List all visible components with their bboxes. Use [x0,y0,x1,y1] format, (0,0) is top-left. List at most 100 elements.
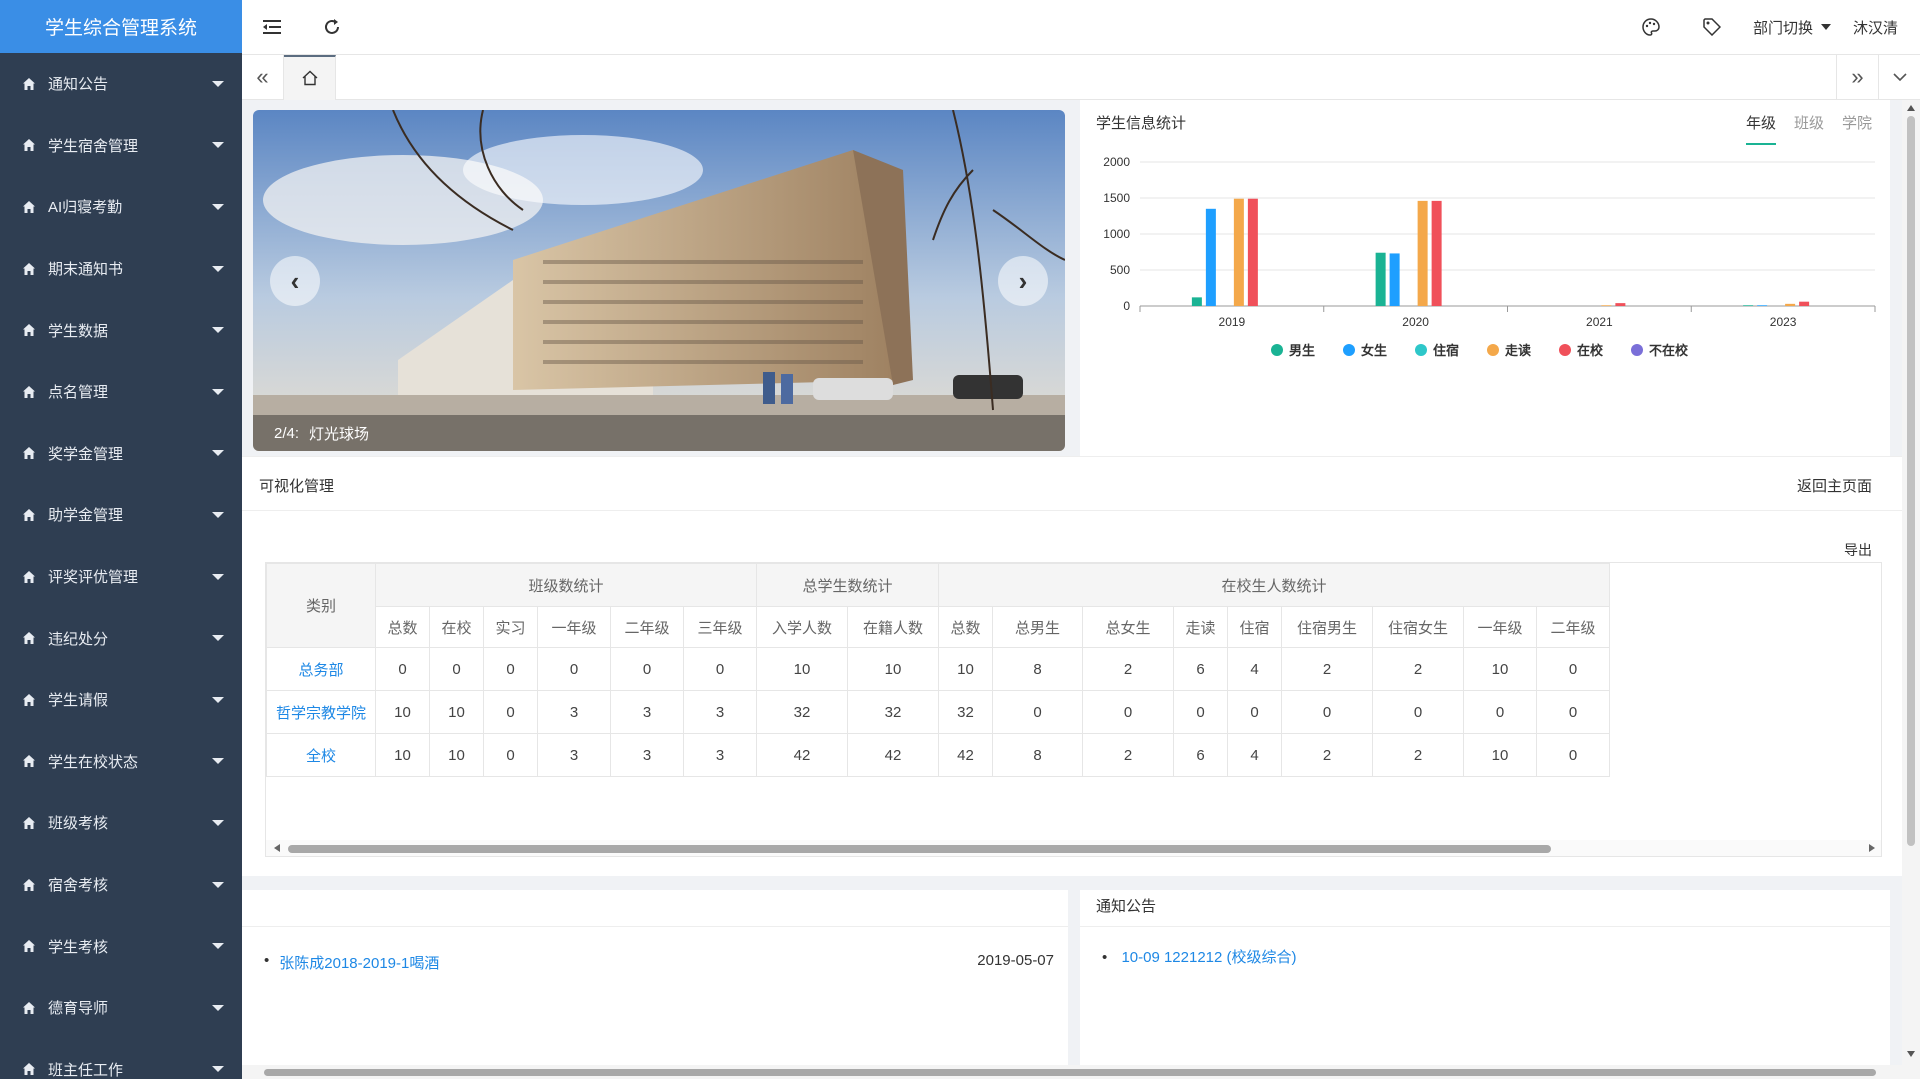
visual-management-panel: 可视化管理 返回主页面 导出 类别 班级数统计 总学生数统计 在校生人数统计 总数 在校实… [242,456,1902,876]
bar [1205,208,1216,306]
image-carousel[interactable]: ‹ › 2/4: 灯光球场 [253,110,1065,451]
bar [1417,200,1428,306]
back-to-home-link[interactable]: 返回主页面 [1797,475,1872,496]
main-content: ‹ › 2/4: 灯光球场 学生信息统计 年级 班级 学院 0 500 1000 15… [242,100,1902,1079]
scroll-up-arrow-icon[interactable] [1907,105,1915,111]
sidebar-item[interactable]: 违纪处分 [0,607,242,669]
table-cell: 0 [1173,690,1228,734]
sidebar-item[interactable]: 评奖评优管理 [0,546,242,608]
stats-table-wrapper[interactable]: 类别 班级数统计 总学生数统计 在校生人数统计 总数 在校 实习 一年级 二年级 三年级 入学人数在… [265,562,1882,857]
home-icon [23,200,35,213]
tabs-scroll-left-icon[interactable]: « [242,54,284,100]
table-cell: 0 [610,647,684,691]
table-category-link[interactable]: 总务部 [266,647,376,691]
table-cell: 0 [1536,733,1610,777]
theme-palette-icon[interactable] [1621,0,1682,55]
refresh-icon[interactable] [302,0,362,55]
sidebar-item[interactable]: 奖学金管理 [0,423,242,485]
list-item-date: 2019-05-07 [977,952,1054,969]
bar [1757,305,1768,306]
table-column-header: 在校 [429,606,484,648]
collapse-sidebar-icon[interactable] [242,0,302,55]
sidebar-item-label: 宿舍考核 [48,877,109,895]
sidebar-item-label: 学生在校状态 [48,753,139,771]
scroll-down-arrow-icon[interactable] [1907,1051,1915,1057]
scroll-left-arrow-icon[interactable] [274,844,280,852]
sidebar-item[interactable]: 学生数据 [0,299,242,361]
table-cell: 0 [1281,690,1373,734]
table-row: 哲学宗教学院 10 10 0 3 3 3 32 32 32 0 0 0 0 0 0 0 0 [266,690,1610,734]
app-logo-title[interactable]: 学生综合管理系统 [0,0,242,53]
sidebar-item[interactable]: 学生宿舍管理 [0,115,242,177]
sidebar-item-label: 违纪处分 [48,630,109,648]
table-column-header: 总女生 [1082,606,1174,648]
tag-icon[interactable] [1682,0,1743,55]
bottom-left-panel: • 张陈成2018-2019-1喝酒 2019-05-07 [242,890,1068,1079]
sidebar-item[interactable]: 宿舍考核 [0,854,242,916]
home-icon [23,755,35,768]
sidebar-item[interactable]: 通知公告 [0,53,242,115]
table-cell: 42 [756,733,848,777]
tab-home[interactable] [284,54,336,100]
table-cell: 0 [537,647,611,691]
table-category-link[interactable]: 全校 [266,733,376,777]
y-tick-label: 1000 [1103,227,1130,241]
carousel-prev-chevron-left-icon[interactable]: ‹ [270,256,320,306]
user-name[interactable]: 沐汉清 [1845,17,1920,38]
sidebar-item[interactable]: 期末通知书 [0,238,242,300]
sidebar-item[interactable]: 学生考核 [0,915,242,977]
scroll-right-arrow-icon[interactable] [1869,844,1875,852]
sidebar-item[interactable]: 点名管理 [0,361,242,423]
table-column-header: 走读 [1173,606,1228,648]
home-icon [23,385,35,398]
caret-down-icon [212,80,224,87]
stats-table: 类别 班级数统计 总学生数统计 在校生人数统计 总数 在校 实习 一年级 二年级 三年级 入学人数在… [266,563,1610,777]
table-cell: 0 [1227,690,1282,734]
caret-down-icon [212,388,224,395]
table-horizontal-scrollbar[interactable] [266,840,1881,856]
campus-building-photo [253,110,1065,451]
legend-label: 走读 [1505,343,1531,358]
page-vertical-scrollbar[interactable] [1902,100,1920,1079]
sidebar-item[interactable]: 班级考核 [0,792,242,854]
sidebar-item[interactable]: 班主任工作 [0,1039,242,1079]
notice-panel: 通知公告 • 10-09 1221212 (校级综合) [1080,890,1890,1079]
x-tick-label: 2023 [1770,315,1797,329]
table-cell: 10 [1463,733,1537,777]
table-category-link[interactable]: 哲学宗教学院 [266,690,376,734]
sidebar-item[interactable]: 学生在校状态 [0,731,242,793]
table-column-header: 实习 [483,606,538,648]
export-button[interactable]: 导出 [1844,540,1872,560]
topbar: 部门切换 沐汉清 [242,0,1920,55]
bar [1247,198,1258,306]
page-horizontal-scrollbar[interactable] [242,1065,1902,1079]
table-cell: 2 [1281,647,1373,691]
table-cell: 3 [537,733,611,777]
caret-down-icon [1820,24,1831,30]
department-switch-dropdown[interactable]: 部门切换 [1743,17,1845,38]
table-cell: 2 [1372,733,1464,777]
table-column-header: 一年级 [537,606,611,648]
carousel-caption: 2/4: 灯光球场 [253,415,1065,451]
bar [1191,297,1202,306]
notice-link[interactable]: 10-09 1221212 (校级综合) [1121,949,1296,966]
carousel-next-chevron-right-icon[interactable]: › [998,256,1048,306]
caret-down-icon [212,696,224,703]
table-column-header: 住宿男生 [1281,606,1373,648]
sidebar-item[interactable]: AI归寝考勤 [0,176,242,238]
legend-marker [1487,344,1499,356]
table-cell: 3 [537,690,611,734]
sidebar-item[interactable]: 德育导师 [0,977,242,1039]
home-icon [23,693,35,706]
tabs-scroll-right-icon[interactable]: » [1836,54,1878,100]
sidebar-item[interactable]: 学生请假 [0,669,242,731]
sidebar-item[interactable]: 助学金管理 [0,484,242,546]
caret-down-icon [212,450,224,457]
bar [1431,200,1442,306]
table-row: 全校 10 10 0 3 3 3 42 42 42 8 2 6 4 2 2 10 0 [266,733,1610,777]
caret-down-icon [212,1066,224,1073]
list-item-link[interactable]: 张陈成2018-2019-1喝酒 [279,952,977,973]
tabs-menu-chevron-down-icon[interactable] [1878,54,1920,100]
legend-label: 女生 [1361,343,1387,358]
sidebar-item-label: 学生考核 [48,938,109,956]
